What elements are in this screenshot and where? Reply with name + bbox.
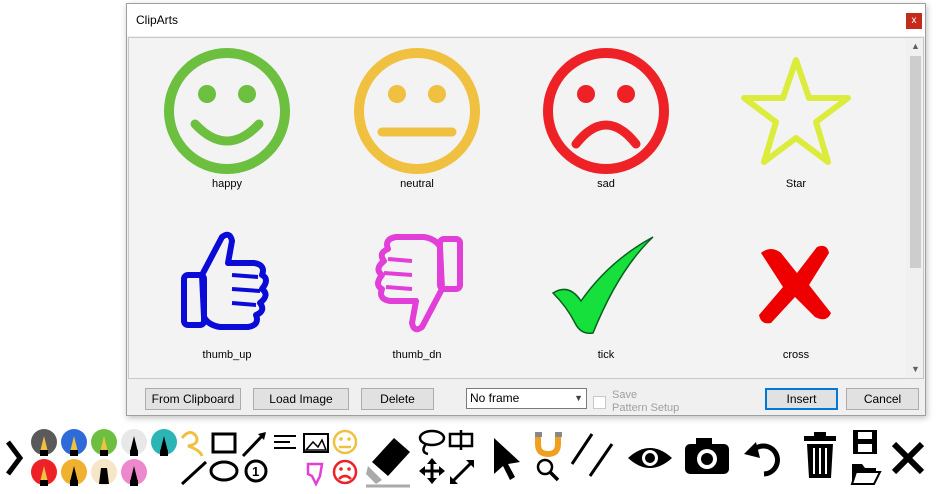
delete-button[interactable]: Delete (361, 388, 434, 410)
rectangle-icon[interactable] (211, 432, 237, 454)
scroll-down-arrow-icon[interactable]: ▼ (907, 361, 923, 378)
pen-white-icon[interactable] (121, 429, 147, 456)
cliparts-dialog: ClipArts x happy neutral sad Star thumb_… (126, 3, 926, 416)
clip-happy[interactable]: happy (147, 40, 307, 200)
load-image-button[interactable]: Load Image (253, 388, 349, 410)
save-pattern-label-line1: Save (612, 389, 638, 401)
magnet-icon[interactable] (535, 432, 562, 458)
ellipse-icon[interactable] (209, 460, 239, 482)
pen-teal-icon[interactable] (151, 429, 177, 456)
resize-icon[interactable] (448, 430, 474, 484)
clip-label: tick (597, 349, 615, 361)
eraser-icon[interactable] (366, 438, 410, 488)
dialog-close-button[interactable]: x (906, 13, 922, 29)
open-folder-icon[interactable] (850, 464, 882, 485)
save-pattern-label-line2: Pattern Setup (612, 402, 680, 414)
freehand-icon[interactable] (180, 431, 204, 457)
parallel-lines-icon[interactable] (570, 433, 614, 477)
clip-label: happy (212, 178, 242, 190)
text-icon[interactable] (274, 435, 296, 449)
eye-icon[interactable] (628, 448, 672, 468)
cancel-button[interactable]: Cancel (846, 388, 919, 410)
highlighter-beige-icon[interactable] (91, 459, 117, 485)
clipart-sad-icon[interactable] (332, 459, 358, 485)
clipart-gallery: happy neutral sad Star thumb_up thumb_dn… (128, 37, 924, 379)
save-pattern-checkbox[interactable] (593, 396, 606, 409)
line-icon[interactable] (180, 460, 208, 486)
drawing-toolbar: 1 (0, 424, 937, 491)
clip-label: Star (785, 178, 807, 190)
pen-dark-gray-icon[interactable] (31, 429, 57, 456)
chevron-right-icon[interactable] (6, 440, 24, 476)
lasso-icon[interactable] (418, 429, 446, 456)
clip-thumb-down[interactable]: thumb_dn (337, 211, 497, 371)
clip-cross[interactable]: cross (716, 211, 876, 371)
cross-icon (759, 245, 831, 324)
clipart-smiley-icon[interactable] (332, 429, 358, 455)
pen-pink-icon[interactable] (121, 459, 147, 486)
trash-icon[interactable] (804, 432, 836, 478)
clip-sad[interactable]: sad (526, 40, 686, 200)
close-x-icon[interactable] (891, 441, 925, 475)
clip-label: cross (782, 349, 810, 361)
numbered-marker-icon[interactable]: 1 (244, 459, 268, 483)
clip-thumb-up[interactable]: thumb_up (147, 211, 307, 371)
from-clipboard-button[interactable]: From Clipboard (145, 388, 241, 410)
camera-icon[interactable] (685, 438, 729, 474)
toolbar-icons: 1 (6, 429, 925, 488)
zoom-icon[interactable] (536, 458, 560, 482)
clip-star[interactable]: Star (716, 40, 876, 200)
clip-tick[interactable]: tick (526, 211, 686, 371)
select-pointer-icon[interactable] (494, 438, 520, 480)
star-icon (741, 57, 851, 165)
clip-label: neutral (400, 178, 434, 190)
dialog-titlebar: ClipArts x (127, 4, 925, 36)
clip-label: thumb_up (202, 349, 252, 361)
arrow-icon[interactable] (241, 432, 266, 458)
insert-button[interactable]: Insert (765, 388, 838, 410)
save-icon[interactable] (853, 430, 877, 454)
frame-select[interactable]: No frame ▼ (466, 388, 587, 409)
pen-red-icon[interactable] (31, 459, 57, 486)
move-icon[interactable] (419, 458, 445, 484)
dialog-title: ClipArts (136, 13, 179, 27)
undo-icon[interactable] (744, 442, 780, 477)
pen-blue-icon[interactable] (61, 429, 87, 456)
clip-neutral[interactable]: neutral (337, 40, 497, 200)
thumb-up-icon (181, 231, 269, 330)
gallery-scrollbar[interactable]: ▲ ▼ (906, 38, 923, 378)
clip-label: thumb_dn (392, 349, 442, 361)
happy-face-icon (164, 48, 290, 174)
save-pattern-label: Save Pattern Setup (612, 389, 679, 415)
pen-orange-icon[interactable] (61, 459, 87, 486)
pen-green-icon[interactable] (91, 429, 117, 456)
svg-text:1: 1 (252, 464, 259, 479)
clipart-thumb-icon[interactable] (306, 462, 324, 487)
neutral-face-icon (354, 48, 480, 174)
image-icon[interactable] (303, 433, 329, 453)
chevron-down-icon: ▼ (574, 393, 583, 403)
scroll-up-arrow-icon[interactable]: ▲ (907, 38, 923, 55)
frame-select-value: No frame (470, 391, 520, 405)
tick-icon (551, 236, 654, 335)
thumb-down-icon (375, 234, 463, 333)
scroll-thumb[interactable] (910, 56, 921, 268)
sad-face-icon (543, 48, 669, 174)
clip-label: sad (597, 178, 615, 190)
